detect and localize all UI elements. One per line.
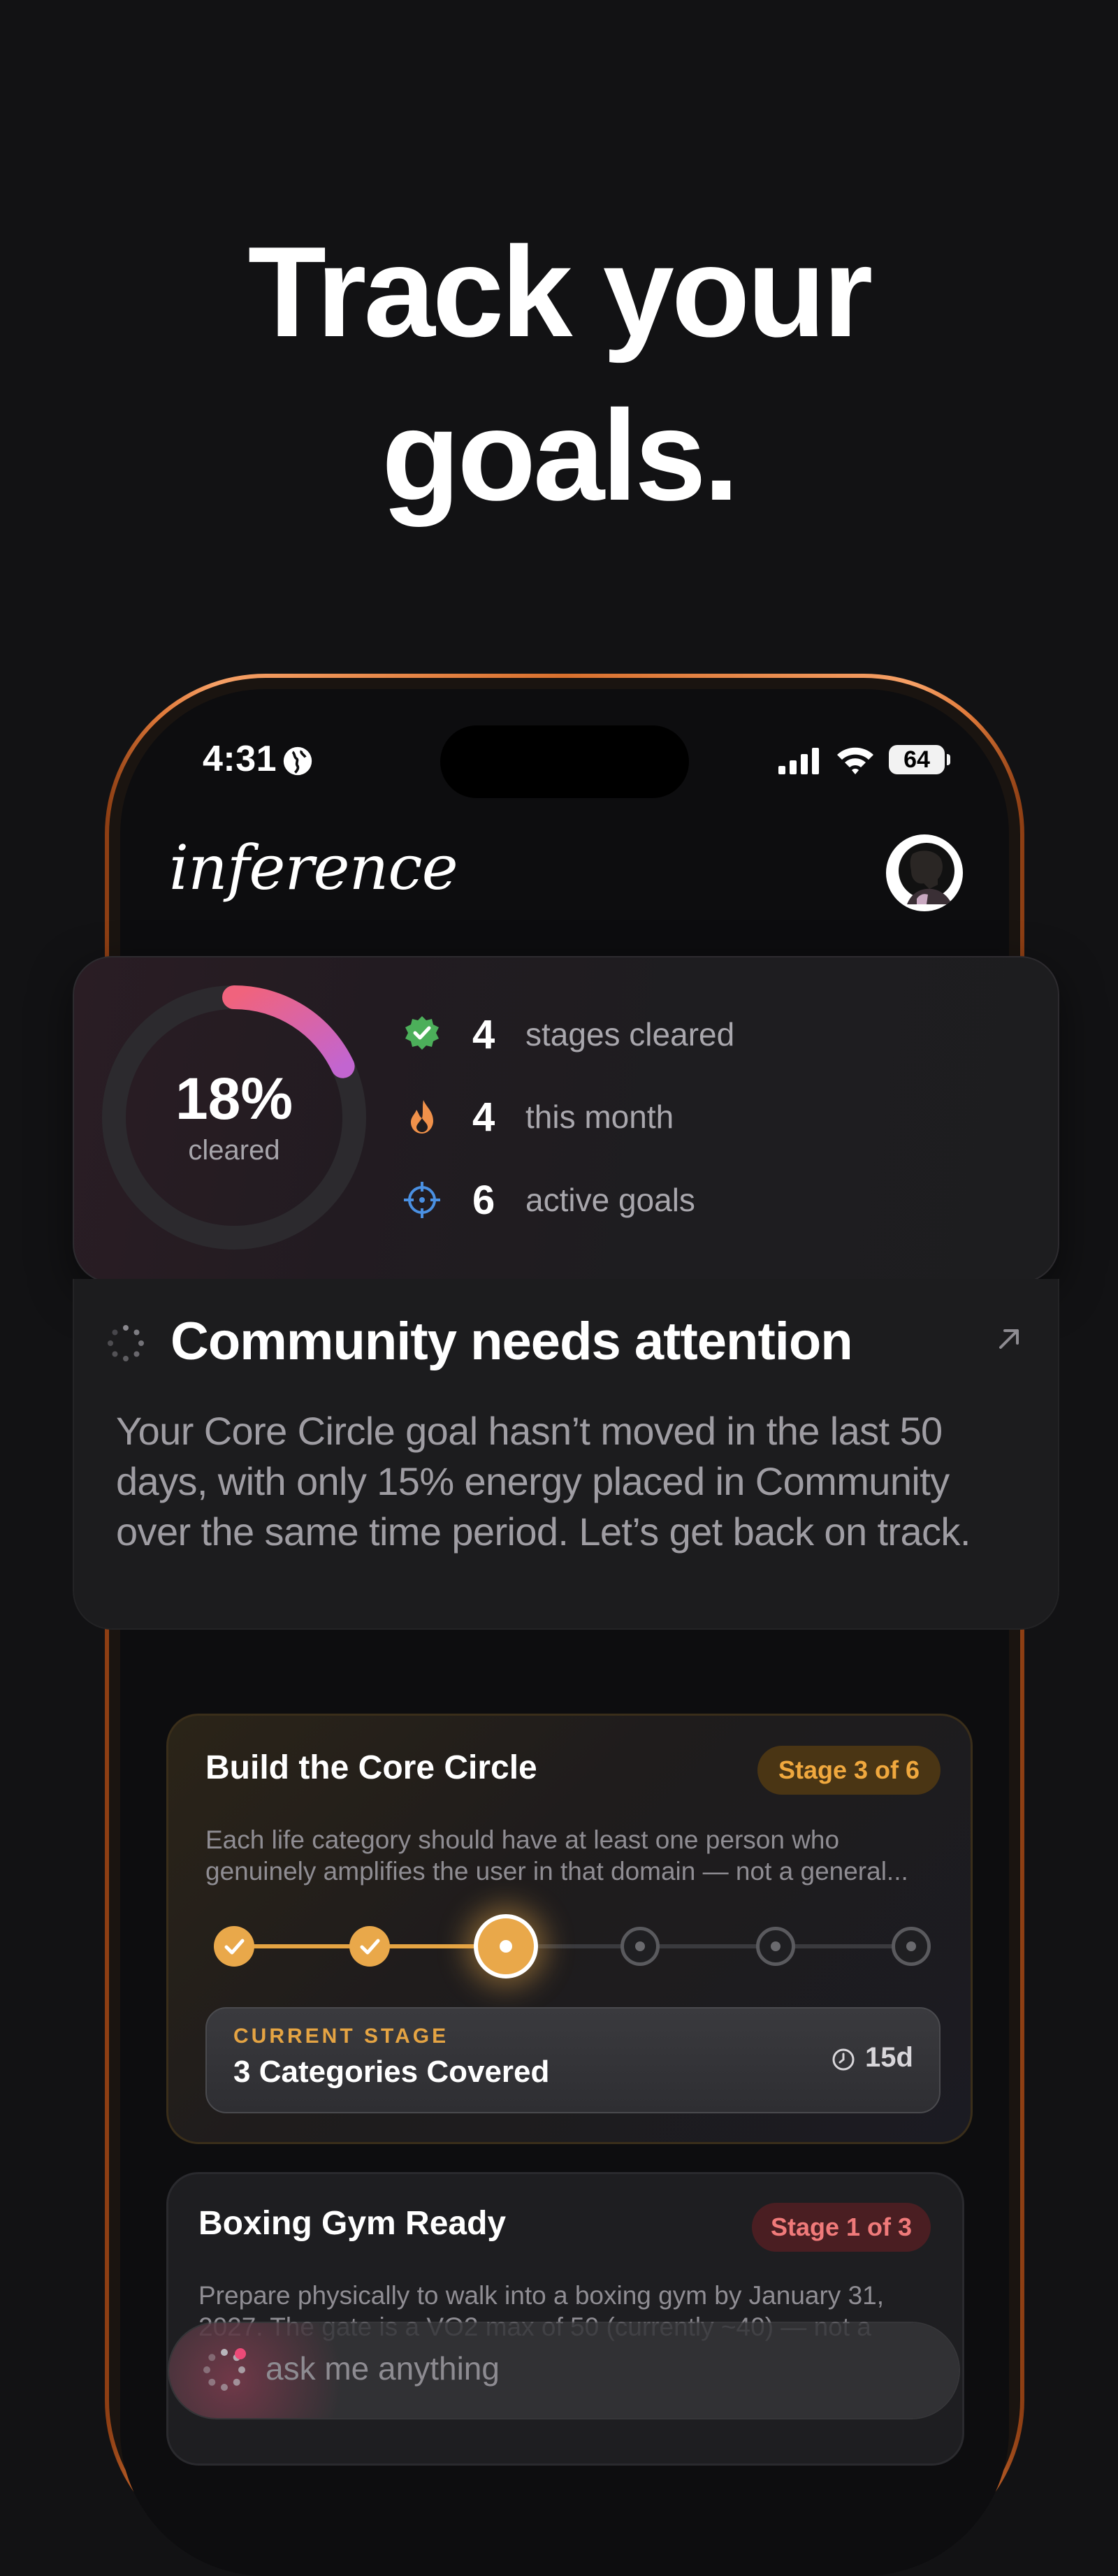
ask-input-placeholder: ask me anything	[266, 2350, 500, 2387]
cellular-signal-icon	[778, 748, 819, 774]
avatar-icon	[888, 837, 961, 909]
loading-spinner-icon	[108, 1325, 144, 1361]
insight-title: Community needs attention	[170, 1312, 853, 1371]
progress-ring-arc	[222, 985, 355, 1078]
dynamic-island	[440, 725, 689, 798]
status-time: 4:31	[203, 739, 277, 779]
stages-cleared-value: 4	[472, 1011, 495, 1057]
stat-row-this-month: 4 this month	[402, 1089, 674, 1145]
stage-node-upcoming[interactable]	[620, 1927, 660, 1966]
goal-title: Boxing Gym Ready	[198, 2205, 507, 2242]
current-stage-name: 3 Categories Covered	[233, 2055, 550, 2089]
stat-row-stages-cleared: 4 stages cleared	[402, 1006, 734, 1062]
target-icon	[404, 1182, 440, 1218]
active-goals-value: 6	[472, 1177, 495, 1223]
current-stage-kicker: CURRENT STAGE	[233, 2025, 449, 2048]
stage-node-complete[interactable]	[214, 1926, 254, 1967]
stage-badge: Stage 1 of 3	[752, 2203, 931, 2252]
goal-description-line-2: genuinely amplifies the user in that dom…	[205, 1857, 908, 1886]
goal-title: Build the Core Circle	[205, 1749, 537, 1786]
this-month-value: 4	[472, 1094, 495, 1140]
cleared-percent: 18%	[175, 1066, 293, 1131]
active-goals-label: active goals	[525, 1182, 695, 1218]
headline-line-1: Track your	[247, 219, 873, 363]
stat-row-active-goals: 6 active goals	[402, 1172, 695, 1228]
stage-node-current[interactable]	[474, 1914, 538, 1978]
clock-icon	[832, 2048, 855, 2071]
goal-description-line-1: Each life category should have at least …	[205, 1825, 840, 1854]
app-logo: inference	[169, 832, 458, 904]
checkmark-icon	[224, 1939, 245, 1955]
this-month-label: this month	[525, 1099, 674, 1135]
arrow-up-right-icon[interactable]	[995, 1325, 1023, 1353]
assistant-spinner-icon	[203, 2348, 246, 2391]
stage-node-complete[interactable]	[349, 1926, 390, 1967]
headline-line-2: goals.	[382, 383, 739, 527]
stage-days-remaining: 15d	[865, 2042, 913, 2073]
checkmark-icon	[360, 1939, 380, 1955]
profile-avatar[interactable]	[886, 834, 963, 911]
goal-description-line-1: Prepare physically to walk into a boxing…	[198, 2281, 885, 2310]
stages-cleared-label: stages cleared	[525, 1016, 735, 1052]
wifi-icon	[837, 747, 873, 774]
flame-icon	[411, 1100, 433, 1134]
headline: Track your goals.	[0, 210, 1118, 537]
verified-badge-icon	[405, 1016, 439, 1050]
battery-indicator: 64	[889, 745, 950, 774]
insight-body: Your Core Circle goal hasn’t moved in th…	[116, 1409, 971, 1554]
cleared-label: cleared	[188, 1135, 280, 1166]
stage-badge: Stage 3 of 6	[757, 1746, 941, 1795]
stage-node-upcoming[interactable]	[756, 1927, 795, 1966]
globe-icon	[283, 746, 312, 776]
stage-node-upcoming[interactable]	[892, 1927, 931, 1966]
